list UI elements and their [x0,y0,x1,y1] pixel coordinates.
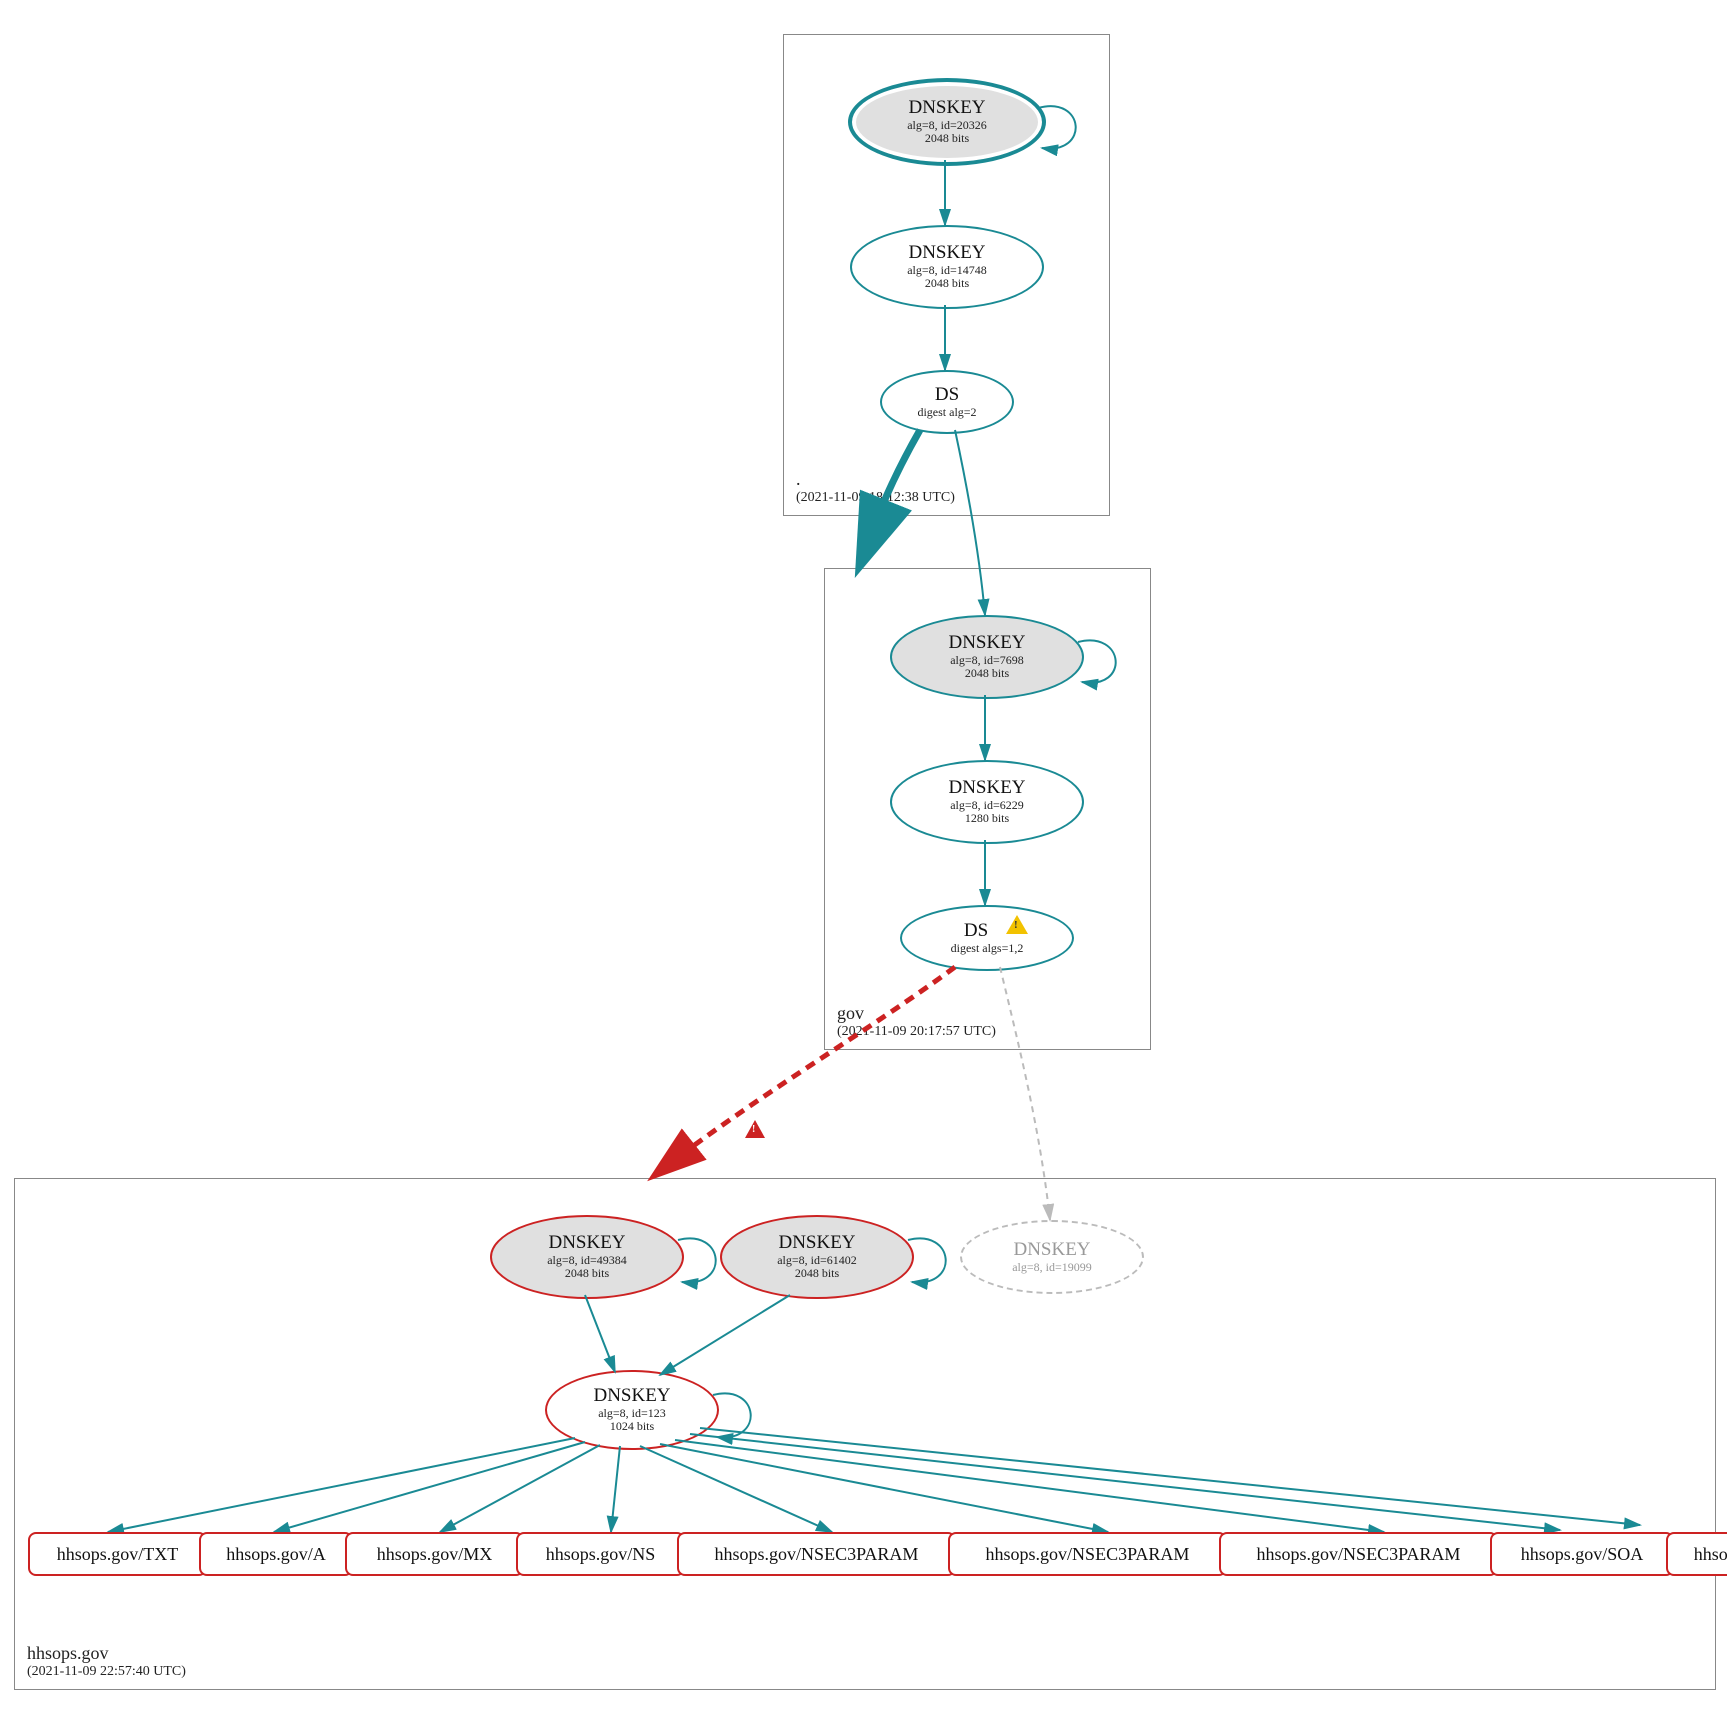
node-gov-ds: DS digest algs=1,2 [900,905,1074,971]
rrset-8: hhsops.gov/AAAA [1666,1532,1727,1576]
rrset-2: hhsops.gov/MX [345,1532,524,1576]
node-gov-zsk: DNSKEY alg=8, id=6229 1280 bits [890,760,1084,844]
error-icon [745,1120,765,1138]
warning-icon [1006,915,1028,934]
rrset-3: hhsops.gov/NS [516,1532,685,1576]
node-hhs-zsk: DNSKEY alg=8, id=123 1024 bits [545,1370,719,1450]
zone-gov-label: gov (2021-11-09 20:17:57 UTC) [837,1003,996,1041]
zone-root-label: . (2021-11-09 18:12:38 UTC) [796,469,955,507]
rrset-4: hhsops.gov/NSEC3PARAM [677,1532,956,1576]
node-gov-ksk: DNSKEY alg=8, id=7698 2048 bits [890,615,1084,699]
rrset-0: hhsops.gov/TXT [28,1532,207,1576]
node-hhs-key2: DNSKEY alg=8, id=61402 2048 bits [720,1215,914,1299]
node-hhs-key1: DNSKEY alg=8, id=49384 2048 bits [490,1215,684,1299]
rrset-1: hhsops.gov/A [199,1532,353,1576]
node-root-ksk: DNSKEY alg=8, id=20326 2048 bits [850,80,1044,164]
rrset-7: hhsops.gov/SOA [1490,1532,1674,1576]
node-root-zsk: DNSKEY alg=8, id=14748 2048 bits [850,225,1044,309]
node-root-ds: DS digest alg=2 [880,370,1014,434]
rrset-6: hhsops.gov/NSEC3PARAM [1219,1532,1498,1576]
zone-hhsops-label: hhsops.gov (2021-11-09 22:57:40 UTC) [27,1643,186,1681]
rrset-5: hhsops.gov/NSEC3PARAM [948,1532,1227,1576]
node-hhs-key-faint: DNSKEY alg=8, id=19099 [960,1220,1144,1294]
